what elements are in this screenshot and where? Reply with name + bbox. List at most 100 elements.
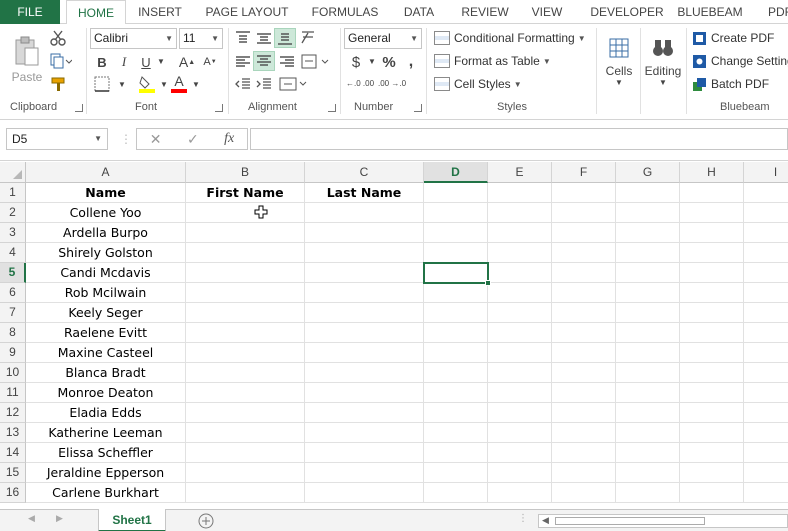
cell-e3[interactable] — [488, 223, 552, 243]
column-header-i[interactable]: I — [744, 162, 788, 183]
cell-f10[interactable] — [552, 363, 616, 383]
decrease-font-button[interactable]: A ▼ — [202, 53, 218, 71]
row-header[interactable]: 12 — [0, 403, 26, 423]
bold-button[interactable]: B — [94, 53, 110, 71]
cell-h14[interactable] — [680, 443, 744, 463]
cell-h1[interactable] — [680, 183, 744, 203]
cell-i3[interactable] — [744, 223, 788, 243]
cell-g9[interactable] — [616, 343, 680, 363]
cell-f15[interactable] — [552, 463, 616, 483]
cell-styles-button[interactable]: Cell Styles ▼ — [434, 74, 522, 94]
orientation-icon[interactable] — [300, 29, 322, 47]
cancel-icon[interactable]: ✕ — [150, 131, 162, 148]
cell-g13[interactable] — [616, 423, 680, 443]
fill-color-icon[interactable] — [138, 74, 156, 94]
cell-i9[interactable] — [744, 343, 788, 363]
currency-button[interactable]: $ — [348, 53, 364, 71]
cell-i8[interactable] — [744, 323, 788, 343]
font-size-combo[interactable]: 11 ▼ — [179, 28, 223, 49]
row-header[interactable]: 5 — [0, 263, 26, 283]
cell-c14[interactable] — [305, 443, 424, 463]
active-cell-selection[interactable] — [423, 262, 491, 286]
font-name-combo[interactable]: Calibri ▼ — [90, 28, 177, 49]
cell-h12[interactable] — [680, 403, 744, 423]
wrap-text-icon[interactable] — [300, 53, 330, 71]
row-header[interactable]: 8 — [0, 323, 26, 343]
align-top-icon[interactable] — [234, 30, 252, 46]
cell-h5[interactable] — [680, 263, 744, 283]
cell-c8[interactable] — [305, 323, 424, 343]
format-painter-icon[interactable] — [50, 76, 68, 92]
cell-d12[interactable] — [424, 403, 488, 423]
column-header-f[interactable]: F — [552, 162, 616, 183]
cell-d14[interactable] — [424, 443, 488, 463]
tab-review[interactable]: REVIEW — [454, 0, 516, 24]
cell-b10[interactable] — [186, 363, 305, 383]
cell-g15[interactable] — [616, 463, 680, 483]
cell-e8[interactable] — [488, 323, 552, 343]
cell-a1[interactable]: Name — [26, 183, 186, 203]
row-header[interactable]: 1 — [0, 183, 26, 203]
cell-a12[interactable]: Eladia Edds — [26, 403, 186, 423]
cell-d4[interactable] — [424, 243, 488, 263]
cell-i10[interactable] — [744, 363, 788, 383]
scroll-right-icon[interactable]: ▶ — [56, 513, 63, 524]
cell-a3[interactable]: Ardella Burpo — [26, 223, 186, 243]
cell-f3[interactable] — [552, 223, 616, 243]
name-box[interactable]: D5 ▼ — [6, 128, 108, 150]
cell-h2[interactable] — [680, 203, 744, 223]
cell-d3[interactable] — [424, 223, 488, 243]
cell-a7[interactable]: Keely Seger — [26, 303, 186, 323]
cell-a13[interactable]: Katherine Leeman — [26, 423, 186, 443]
cell-f13[interactable] — [552, 423, 616, 443]
cell-c1[interactable]: Last Name — [305, 183, 424, 203]
conditional-formatting-button[interactable]: Conditional Formatting ▼ — [434, 28, 586, 48]
cell-d9[interactable] — [424, 343, 488, 363]
cell-e2[interactable] — [488, 203, 552, 223]
cell-b4[interactable] — [186, 243, 305, 263]
cell-a11[interactable]: Monroe Deaton — [26, 383, 186, 403]
column-header-d[interactable]: D — [424, 162, 488, 183]
cell-h11[interactable] — [680, 383, 744, 403]
merge-center-icon[interactable] — [278, 76, 308, 92]
cell-d2[interactable] — [424, 203, 488, 223]
cell-e14[interactable] — [488, 443, 552, 463]
cell-c15[interactable] — [305, 463, 424, 483]
cell-e4[interactable] — [488, 243, 552, 263]
create-pdf-button[interactable]: Create PDF — [692, 28, 774, 48]
tab-page-layout[interactable]: PAGE LAYOUT — [200, 0, 294, 24]
cell-d16[interactable] — [424, 483, 488, 503]
row-header[interactable]: 16 — [0, 483, 26, 503]
cell-h13[interactable] — [680, 423, 744, 443]
cell-b8[interactable] — [186, 323, 305, 343]
cell-b11[interactable] — [186, 383, 305, 403]
chevron-down-icon[interactable]: ▼ — [160, 80, 168, 89]
cell-i6[interactable] — [744, 283, 788, 303]
tab-formulas[interactable]: FORMULAS — [306, 0, 384, 24]
cell-a14[interactable]: Elissa Scheffler — [26, 443, 186, 463]
cell-d8[interactable] — [424, 323, 488, 343]
cell-i15[interactable] — [744, 463, 788, 483]
borders-icon[interactable] — [94, 76, 110, 92]
tab-bluebeam[interactable]: BLUEBEAM — [672, 0, 748, 24]
align-left-icon[interactable] — [234, 54, 252, 70]
cell-g4[interactable] — [616, 243, 680, 263]
align-bottom-button[interactable] — [274, 28, 296, 48]
cell-h16[interactable] — [680, 483, 744, 503]
cell-g5[interactable] — [616, 263, 680, 283]
row-header[interactable]: 13 — [0, 423, 26, 443]
copy-icon[interactable] — [50, 53, 72, 69]
row-header[interactable]: 11 — [0, 383, 26, 403]
cell-h4[interactable] — [680, 243, 744, 263]
cell-f11[interactable] — [552, 383, 616, 403]
cell-c9[interactable] — [305, 343, 424, 363]
cell-e5[interactable] — [488, 263, 552, 283]
change-settings-button[interactable]: Change Settings — [692, 51, 788, 71]
cell-g16[interactable] — [616, 483, 680, 503]
cell-a15[interactable]: Jeraldine Epperson — [26, 463, 186, 483]
fill-handle[interactable] — [485, 280, 491, 286]
cell-c11[interactable] — [305, 383, 424, 403]
cell-a9[interactable]: Maxine Casteel — [26, 343, 186, 363]
insert-function-icon[interactable]: fx — [224, 131, 234, 147]
font-color-button[interactable]: A — [170, 73, 188, 93]
